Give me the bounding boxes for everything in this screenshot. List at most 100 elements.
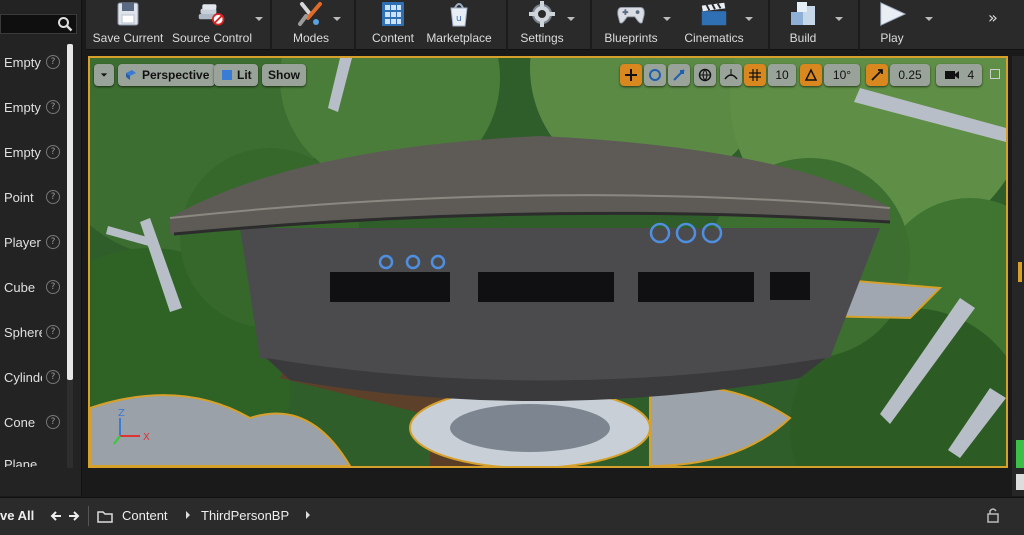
actor-item-sphere[interactable]: Sphere ? <box>0 310 66 354</box>
rotation-snap-toggle[interactable] <box>800 64 822 86</box>
help-icon[interactable]: ? <box>46 280 60 294</box>
toolbar-separator <box>768 0 770 50</box>
scale-snap-toggle[interactable] <box>866 64 888 86</box>
scrollbar-thumb[interactable] <box>67 44 73 380</box>
settings-label: Settings <box>520 31 564 45</box>
scale-snap-icon <box>871 69 883 81</box>
breadcrumb-content[interactable]: Content <box>122 508 168 523</box>
translate-mode-button[interactable] <box>620 64 642 86</box>
rotation-snap-value[interactable]: 10° <box>824 64 860 86</box>
cinematics-button[interactable]: Cinematics <box>680 0 748 50</box>
actor-item-point[interactable]: Point ? <box>0 175 66 219</box>
help-icon[interactable]: ? <box>46 145 60 159</box>
content-browser-icon <box>382 2 404 26</box>
viewport-scene[interactable]: Z X <box>90 58 1006 466</box>
level-viewport[interactable]: Z X Perspective Lit Show 10 10° 0.25 4 <box>88 56 1008 468</box>
grid-snap-toggle[interactable] <box>744 64 766 86</box>
chevron-down-icon[interactable] <box>254 14 264 24</box>
lit-view-mode-button[interactable]: Lit <box>214 64 258 86</box>
show-label: Show <box>268 68 300 82</box>
viewport-options-dropdown[interactable] <box>94 64 114 86</box>
surface-snap-button[interactable] <box>720 64 742 86</box>
content-button[interactable]: Content <box>364 0 422 50</box>
scale-snap-value[interactable]: 0.25 <box>890 64 930 86</box>
actor-list-scrollbar[interactable] <box>67 44 73 468</box>
blueprints-button[interactable]: Blueprints <box>600 0 662 50</box>
panel-edge-button[interactable] <box>1016 474 1024 490</box>
rotate-mode-button[interactable] <box>644 64 666 86</box>
blueprints-label: Blueprints <box>604 31 658 45</box>
modes-button[interactable]: Modes <box>282 0 340 50</box>
actor-item-cube[interactable]: Cube ? <box>0 265 66 309</box>
chevron-down-icon[interactable] <box>924 14 934 24</box>
chevron-down-icon[interactable] <box>744 14 754 24</box>
actor-item-label: Plane <box>4 457 38 467</box>
back-arrow-icon[interactable] <box>50 510 62 522</box>
maximize-viewport-icon[interactable] <box>990 69 1000 79</box>
actor-item-empty-1[interactable]: Empty ? <box>0 40 66 84</box>
lock-icon[interactable] <box>986 507 1000 523</box>
settings-button[interactable]: Settings <box>516 0 568 50</box>
camera-speed-button[interactable]: 4 <box>936 64 982 86</box>
actor-item-plane[interactable]: Plane <box>0 445 66 467</box>
chevron-right-icon[interactable] <box>303 508 313 522</box>
save-current-label: Save Current <box>92 31 164 45</box>
help-icon[interactable]: ? <box>46 235 60 249</box>
world-local-toggle[interactable] <box>694 64 716 86</box>
toolbar-separator <box>354 0 356 50</box>
actor-item-label: Cylinder <box>4 369 42 385</box>
surface-snap-icon <box>724 69 738 80</box>
actor-item-empty-2[interactable]: Empty ? <box>0 85 66 129</box>
place-actors-panel: Empty ? Empty ? Empty ? Point ? Player ?… <box>0 0 82 496</box>
camera-speed-label: 4 <box>967 68 975 82</box>
actor-search-input[interactable] <box>0 14 77 34</box>
search-icon[interactable] <box>57 16 73 32</box>
build-blocks-icon <box>791 2 815 25</box>
forward-arrow-icon[interactable] <box>68 510 80 522</box>
source-control-button[interactable]: Source Control <box>170 0 254 50</box>
lit-sphere-icon <box>222 70 232 80</box>
main-toolbar: Save Current Source Control Modes Conten… <box>86 0 1024 50</box>
actor-item-cylinder[interactable]: Cylinder ? <box>0 355 66 399</box>
help-icon[interactable]: ? <box>46 325 60 339</box>
play-icon <box>880 2 907 26</box>
save-all-button[interactable]: ve All <box>0 508 34 523</box>
breadcrumb-thirdpersonbp[interactable]: ThirdPersonBP <box>201 508 289 523</box>
scale-mode-button[interactable] <box>668 64 690 86</box>
rotate-icon <box>649 69 661 81</box>
globe-icon <box>698 68 712 82</box>
help-icon[interactable]: ? <box>46 370 60 384</box>
perspective-label: Perspective <box>142 68 210 82</box>
chevron-right-icon[interactable] <box>183 508 193 522</box>
angle-icon <box>804 68 818 81</box>
chevron-down-icon[interactable] <box>566 14 576 24</box>
toolbar-overflow-icon[interactable]: » <box>988 8 998 27</box>
help-icon[interactable]: ? <box>46 55 60 69</box>
treehouse-mesh <box>169 136 891 402</box>
save-current-button[interactable]: Save Current <box>90 0 166 50</box>
actor-item-player[interactable]: Player ? <box>0 220 66 264</box>
scale-snap-value-label: 0.25 <box>898 68 922 82</box>
help-icon[interactable]: ? <box>46 415 60 429</box>
rotation-snap-value-label: 10° <box>832 68 852 82</box>
marketplace-button[interactable]: u Marketplace <box>424 0 494 50</box>
chevron-down-icon[interactable] <box>662 14 672 24</box>
help-icon[interactable]: ? <box>46 100 60 114</box>
grid-snap-value[interactable]: 10 <box>768 64 796 86</box>
help-icon[interactable]: ? <box>46 190 60 204</box>
settings-gear-icon <box>529 1 555 27</box>
camera-icon <box>944 71 959 79</box>
chevron-down-icon[interactable] <box>332 14 342 24</box>
bar-separator <box>88 506 89 526</box>
cinematics-clapper-icon <box>701 2 727 26</box>
chevron-down-icon[interactable] <box>834 14 844 24</box>
axis-x-label: X <box>143 432 150 443</box>
blueprints-gamepad-icon <box>617 6 645 24</box>
actor-item-empty-3[interactable]: Empty ? <box>0 130 66 174</box>
build-button[interactable]: Build <box>778 0 828 50</box>
actor-item-cone[interactable]: Cone ? <box>0 400 66 444</box>
source-control-icon <box>198 4 225 26</box>
show-flags-button[interactable]: Show <box>262 64 306 86</box>
perspective-view-button[interactable]: Perspective <box>118 64 216 86</box>
play-button[interactable]: Play <box>870 0 914 50</box>
